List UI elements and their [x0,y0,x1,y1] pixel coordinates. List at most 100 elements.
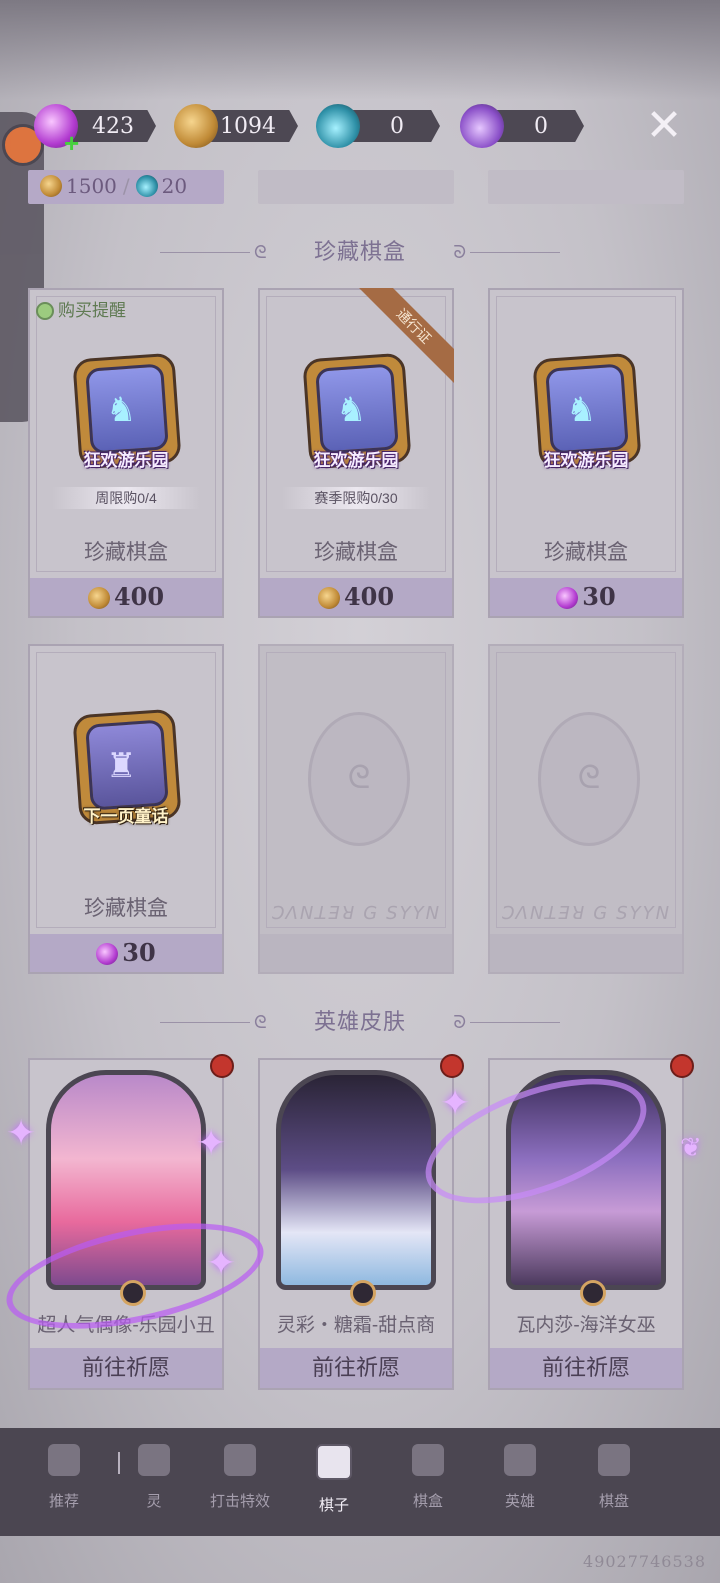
purchase-limit: 赛季限购0/30 [282,487,430,509]
box-name: 珍藏棋盒 [84,897,168,920]
go-wish-button[interactable]: 前往祈愿 [30,1348,222,1388]
hero-icon [504,1444,536,1476]
nav-tab-chess-piece[interactable]: 棋子 [296,1444,372,1524]
close-icon[interactable]: ✕ [642,104,686,150]
board-icon [598,1444,630,1476]
rune-text: ꓛꓥꓠꓕꓱꓤ ꓖ ꓢꓬꓬꓠ [270,903,442,923]
box-name: 珍藏棋盒 [544,541,628,564]
blue-potion-icon [135,175,158,197]
currency-candy[interactable]: + 423 [34,104,156,158]
nav-label: 英雄 [504,1493,535,1510]
go-wish-button[interactable]: 前往祈愿 [490,1348,682,1388]
hero-skin-card[interactable]: 灵彩・糖霜-甜点商 前往祈愿 [258,1054,464,1390]
nav-tab-hero[interactable]: 英雄 [482,1444,558,1524]
spiral-emblem-icon: ᘓ [347,759,371,795]
spiral-emblem-icon: ᘓ [577,759,601,795]
notification-dot [670,1054,694,1078]
section-header-chess-box: ᘓ 珍藏棋盒 ᘐ [160,234,560,270]
pumpkin-coin-icon [317,587,340,609]
box-label: 狂欢游乐园 [543,451,629,470]
swirl-ornament-icon: ᘐ [453,1012,466,1032]
nav-tab-board[interactable]: 棋盘 [576,1444,652,1524]
locked-slot-card: ᘓ ꓛꓥꓠꓕꓱꓤ ꓖ ꓢꓬꓬꓠ [488,644,684,974]
box-label: 狂欢游乐园 [83,451,169,470]
price-value: 30 [122,938,156,967]
currency-value: 1094 [220,114,276,139]
castle-icon: ♜ [106,747,137,785]
locked-slot-card: ᘓ ꓛꓥꓠꓕꓱꓤ ꓖ ꓢꓬꓬꓠ [258,644,454,974]
nav-label: 灵 [146,1493,162,1510]
gem-icon [350,1280,376,1306]
empty-seal: ᘓ [538,712,640,846]
price-alt: 20 [161,174,188,198]
sparkle-icon: ✦ [6,1112,37,1153]
nav-tab-hit-effect[interactable]: 打击特效 [202,1444,278,1524]
section-title: 英雄皮肤 [313,1009,406,1034]
box-name: 珍藏棋盒 [84,541,168,564]
currency-purple-potion: 0 [460,104,584,148]
user-id: 49027746538 [583,1552,706,1571]
price-bar[interactable]: 30 [30,934,222,972]
nav-tab-spirit[interactable]: 灵 [116,1444,192,1524]
prev-row-card[interactable]: 1500/ 20 [28,170,224,204]
notification-dot [440,1054,464,1078]
carousel-icon: ♞ [566,391,597,429]
blue-potion-icon [316,104,360,148]
castle-box-badge: ♜ 下一页童话 [66,702,186,832]
skin-name: 灵彩・糖霜-甜点商 [276,1315,436,1336]
price-bar[interactable]: 400 [260,578,452,616]
carousel-box-badge: ♞ 狂欢游乐园 [66,346,186,476]
sparkle-icon: ✦ [440,1082,471,1123]
price-value: 400 [113,582,165,611]
section-title: 珍藏棋盒 [313,239,406,264]
add-icon[interactable]: + [64,128,79,159]
price-bar[interactable]: 30 [490,578,682,616]
sparkle-icon: ✦ [196,1122,227,1163]
purchase-reminder-toggle[interactable]: 购买提醒 [36,296,126,321]
price-bar[interactable]: 400 [30,578,222,616]
go-wish-button[interactable]: 前往祈愿 [260,1348,452,1388]
section-header-hero-skin: ᘓ 英雄皮肤 ᘐ [160,1004,560,1040]
price-separator: / [122,174,130,198]
price-main: 1500 [66,174,117,198]
notification-dot [210,1054,234,1078]
nav-tab-recommend[interactable]: 推荐 [26,1444,102,1524]
currency-value: 0 [390,114,404,139]
box-label: 下一页童话 [83,807,169,826]
gem-icon [580,1280,606,1306]
carousel-box-badge: ♞ 狂欢游乐园 [526,346,646,476]
chess-box-card[interactable]: 通行证 ♞ 狂欢游乐园 赛季限购0/30 珍藏棋盒 400 [258,288,454,618]
nav-label: 棋盘 [598,1493,629,1510]
swirl-ornament-icon: ᘓ [254,242,267,262]
carousel-icon: ♞ [106,391,137,429]
spirit-icon [138,1444,170,1476]
chess-box-card[interactable]: ♞ 狂欢游乐园 珍藏棋盒 30 [488,288,684,618]
carousel-box-badge: ♞ 狂欢游乐园 [296,346,416,476]
chess-box-card[interactable]: 购买提醒 ♞ 狂欢游乐园 周限购0/4 珍藏棋盒 400 [28,288,224,618]
top-shade [0,0,720,100]
nav-label: 棋盒 [412,1493,443,1510]
pumpkin-coin-icon [40,175,62,197]
currency-value: 423 [92,114,134,139]
swirl-ornament-icon: ᘐ [453,242,466,262]
nav-label: 打击特效 [209,1493,270,1510]
pumpkin-coin-icon [87,587,110,609]
nav-tab-chess-box[interactable]: 棋盒 [390,1444,466,1524]
burst-icon [224,1444,256,1476]
price-value: 30 [582,582,616,611]
nav-label: 推荐 [48,1493,79,1510]
sparkle-icon: ✦ [206,1242,237,1283]
price-value: 400 [343,582,395,611]
currency-value: 0 [534,114,548,139]
box-name: 珍藏棋盒 [314,541,398,564]
chess-box-card[interactable]: ♜ 下一页童话 珍藏棋盒 30 [28,644,224,974]
nav-label: 棋子 [318,1497,349,1514]
box-icon [412,1444,444,1476]
candy-icon [96,943,119,965]
skin-name: 瓦内莎-海洋女巫 [516,1315,656,1336]
checkbox-icon [36,302,54,320]
butterfly-icon: ❦ [680,1132,702,1162]
prev-row-card [488,170,684,204]
pumpkin-coin-icon [174,104,218,148]
bottom-nav: 推荐 灵 打击特效 棋子 棋盒 英雄 棋盘 [0,1428,720,1536]
